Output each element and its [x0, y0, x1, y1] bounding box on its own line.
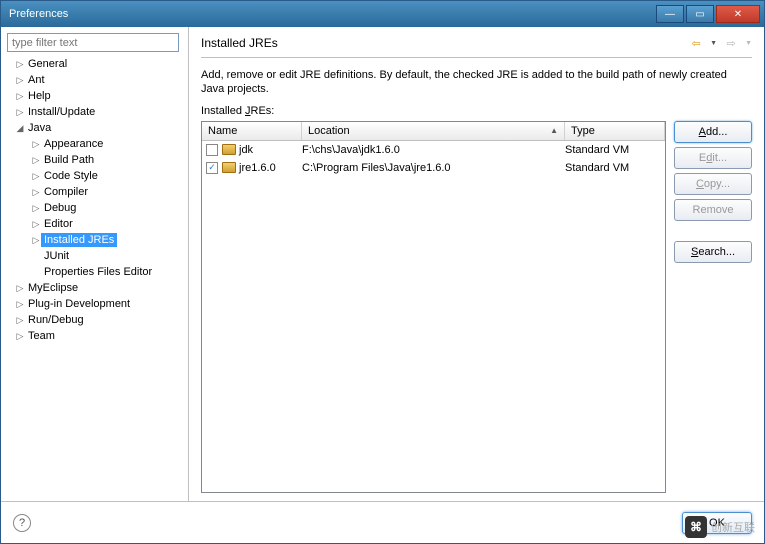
tree-item-junit[interactable]: JUnit: [7, 248, 182, 264]
maximize-button[interactable]: ▭: [686, 5, 714, 23]
tree-item-label: General: [25, 57, 70, 71]
column-header-location[interactable]: Location▲: [302, 122, 565, 140]
tree-item-myeclipse[interactable]: ▷MyEclipse: [7, 280, 182, 296]
expander-icon[interactable]: ▷: [15, 75, 25, 86]
expander-icon[interactable]: ▷: [31, 219, 41, 230]
tree-item-help[interactable]: ▷Help: [7, 88, 182, 104]
sidebar: ▷General▷Ant▷Help▷Install/Update◢Java▷Ap…: [1, 27, 189, 501]
search-button[interactable]: Search...: [674, 241, 752, 263]
tree-item-plug-in-development[interactable]: ▷Plug-in Development: [7, 296, 182, 312]
row-location: F:\chs\Java\jdk1.6.0: [302, 144, 565, 156]
expander-icon[interactable]: ▷: [15, 299, 25, 310]
tree-item-label: Compiler: [41, 185, 91, 199]
tree-item-label: Ant: [25, 73, 48, 87]
tree-item-general[interactable]: ▷General: [7, 56, 182, 72]
titlebar: Preferences — ▭ ✕: [1, 1, 764, 27]
expander-icon[interactable]: ▷: [15, 331, 25, 342]
expander-icon[interactable]: ▷: [31, 203, 41, 214]
jre-table: Name Location▲ Type jdk F:\chs\Java\jdk1.…: [201, 121, 666, 493]
copy-button[interactable]: Copy...: [674, 173, 752, 195]
expander-icon[interactable]: ▷: [31, 155, 41, 166]
tree-item-label: Properties Files Editor: [41, 265, 155, 279]
main-panel: Installed JREs ⇦ ▼ ⇨ ▼ Add, remove or ed…: [189, 27, 764, 501]
expander-icon[interactable]: ▷: [15, 91, 25, 102]
column-header-name[interactable]: Name: [202, 122, 302, 140]
tree-item-label: Java: [25, 121, 54, 135]
table-row[interactable]: ✓ jre1.6.0 C:\Program Files\Java\jre1.6.0S…: [202, 159, 665, 177]
help-icon[interactable]: ?: [13, 514, 31, 532]
add-button[interactable]: Add...: [674, 121, 752, 143]
expander-icon[interactable]: ▷: [15, 107, 25, 118]
tree-item-label: Editor: [41, 217, 76, 231]
remove-button[interactable]: Remove: [674, 199, 752, 221]
tree-item-editor[interactable]: ▷Editor: [7, 216, 182, 232]
tree-item-label: Install/Update: [25, 105, 98, 119]
minimize-button[interactable]: —: [656, 5, 684, 23]
row-name: jre1.6.0: [239, 162, 276, 174]
preference-tree: ▷General▷Ant▷Help▷Install/Update◢Java▷Ap…: [7, 56, 182, 495]
tree-item-label: MyEclipse: [25, 281, 81, 295]
tree-item-label: Code Style: [41, 169, 101, 183]
tree-item-label: Installed JREs: [41, 233, 117, 247]
close-button[interactable]: ✕: [716, 5, 760, 23]
row-location: C:\Program Files\Java\jre1.6.0: [302, 162, 565, 174]
tree-item-run-debug[interactable]: ▷Run/Debug: [7, 312, 182, 328]
watermark-logo-icon: ⌘: [685, 516, 707, 538]
watermark: ⌘ 创新互联: [685, 516, 755, 538]
page-title: Installed JREs: [201, 36, 688, 50]
back-menu-icon[interactable]: ▼: [710, 40, 717, 47]
window-title: Preferences: [9, 8, 656, 20]
back-icon[interactable]: ⇦: [688, 35, 704, 51]
tree-item-label: Build Path: [41, 153, 97, 167]
description-text: Add, remove or edit JRE definitions. By …: [201, 58, 752, 105]
tree-item-label: Run/Debug: [25, 313, 87, 327]
tree-item-label: Help: [25, 89, 54, 103]
tree-item-ant[interactable]: ▷Ant: [7, 72, 182, 88]
filter-input[interactable]: [7, 33, 179, 52]
row-checkbox[interactable]: ✓: [206, 162, 218, 174]
expander-icon[interactable]: ▷: [15, 283, 25, 294]
column-header-type[interactable]: Type: [565, 122, 665, 140]
tree-item-properties-files-editor[interactable]: Properties Files Editor: [7, 264, 182, 280]
preferences-window: Preferences — ▭ ✕ ▷General▷Ant▷Help▷Inst…: [0, 0, 765, 544]
row-type: Standard VM: [565, 144, 665, 156]
tree-item-label: Appearance: [41, 137, 106, 151]
tree-item-team[interactable]: ▷Team: [7, 328, 182, 344]
expander-icon[interactable]: ▷: [15, 59, 25, 70]
tree-item-compiler[interactable]: ▷Compiler: [7, 184, 182, 200]
tree-item-label: Team: [25, 329, 58, 343]
row-type: Standard VM: [565, 162, 665, 174]
tree-item-debug[interactable]: ▷Debug: [7, 200, 182, 216]
expander-icon[interactable]: ◢: [15, 123, 25, 134]
expander-icon[interactable]: ▷: [31, 139, 41, 150]
row-checkbox[interactable]: [206, 144, 218, 156]
tree-item-label: Debug: [41, 201, 79, 215]
jre-icon: [222, 144, 236, 155]
tree-item-java[interactable]: ◢Java: [7, 120, 182, 136]
tree-item-installed-jres[interactable]: ▷Installed JREs: [7, 232, 182, 248]
forward-icon[interactable]: ⇨: [723, 35, 739, 51]
expander-icon[interactable]: ▷: [31, 187, 41, 198]
jre-icon: [222, 162, 236, 173]
edit-button[interactable]: Edit...: [674, 147, 752, 169]
tree-item-label: Plug-in Development: [25, 297, 133, 311]
row-name: jdk: [239, 144, 253, 156]
footer: ? OK: [1, 501, 764, 543]
forward-menu-icon[interactable]: ▼: [745, 40, 752, 47]
tree-item-code-style[interactable]: ▷Code Style: [7, 168, 182, 184]
tree-item-appearance[interactable]: ▷Appearance: [7, 136, 182, 152]
sort-asc-icon: ▲: [550, 126, 558, 135]
expander-icon[interactable]: ▷: [15, 315, 25, 326]
expander-icon[interactable]: ▷: [31, 171, 41, 182]
table-row[interactable]: jdk F:\chs\Java\jdk1.6.0Standard VM: [202, 141, 665, 159]
tree-item-build-path[interactable]: ▷Build Path: [7, 152, 182, 168]
tree-item-install-update[interactable]: ▷Install/Update: [7, 104, 182, 120]
expander-icon[interactable]: ▷: [31, 235, 41, 246]
list-label: Installed JREs:: [201, 105, 752, 121]
tree-item-label: JUnit: [41, 249, 72, 263]
